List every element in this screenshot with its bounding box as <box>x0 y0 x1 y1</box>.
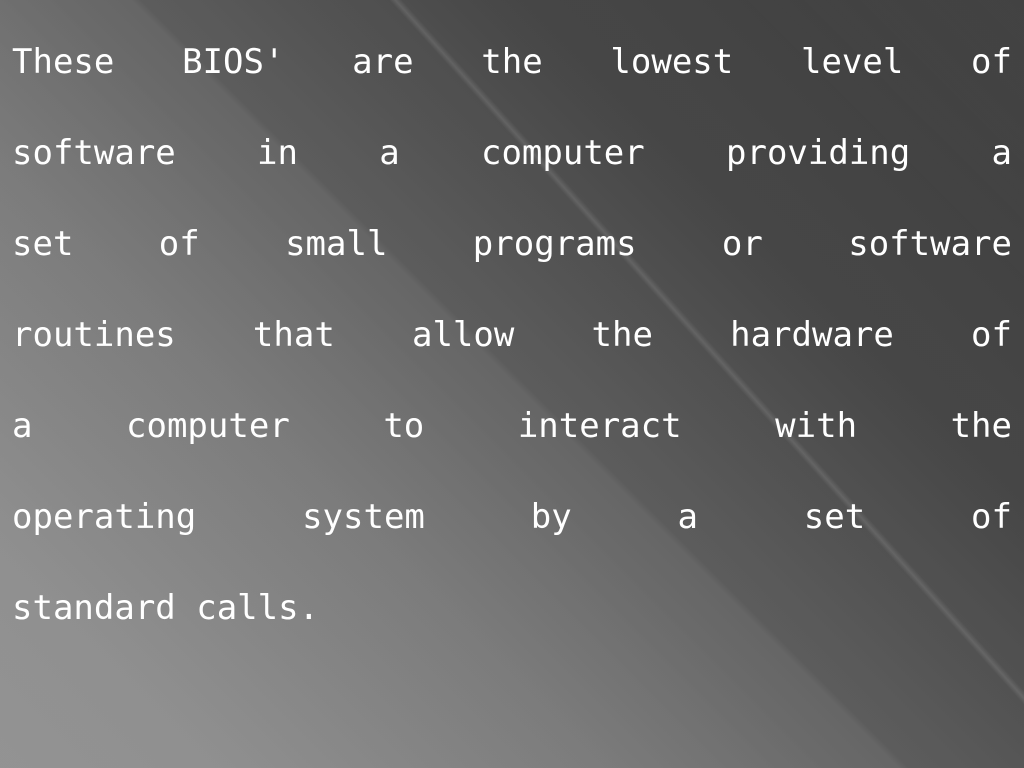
body-line: a computer to interact with the <box>12 406 1012 446</box>
presentation-slide: These BIOS' are the lowest level of soft… <box>0 0 1024 768</box>
body-line: standard calls. <box>12 588 320 628</box>
body-line: set of small programs or software <box>12 224 1012 264</box>
slide-body-text: These BIOS' are the lowest level of soft… <box>12 17 1012 654</box>
body-line: These BIOS' are the lowest level of <box>12 42 1012 82</box>
body-line: software in a computer providing a <box>12 133 1012 173</box>
body-line: operating system by a set of <box>12 497 1012 537</box>
body-line: routines that allow the hardware of <box>12 315 1012 355</box>
